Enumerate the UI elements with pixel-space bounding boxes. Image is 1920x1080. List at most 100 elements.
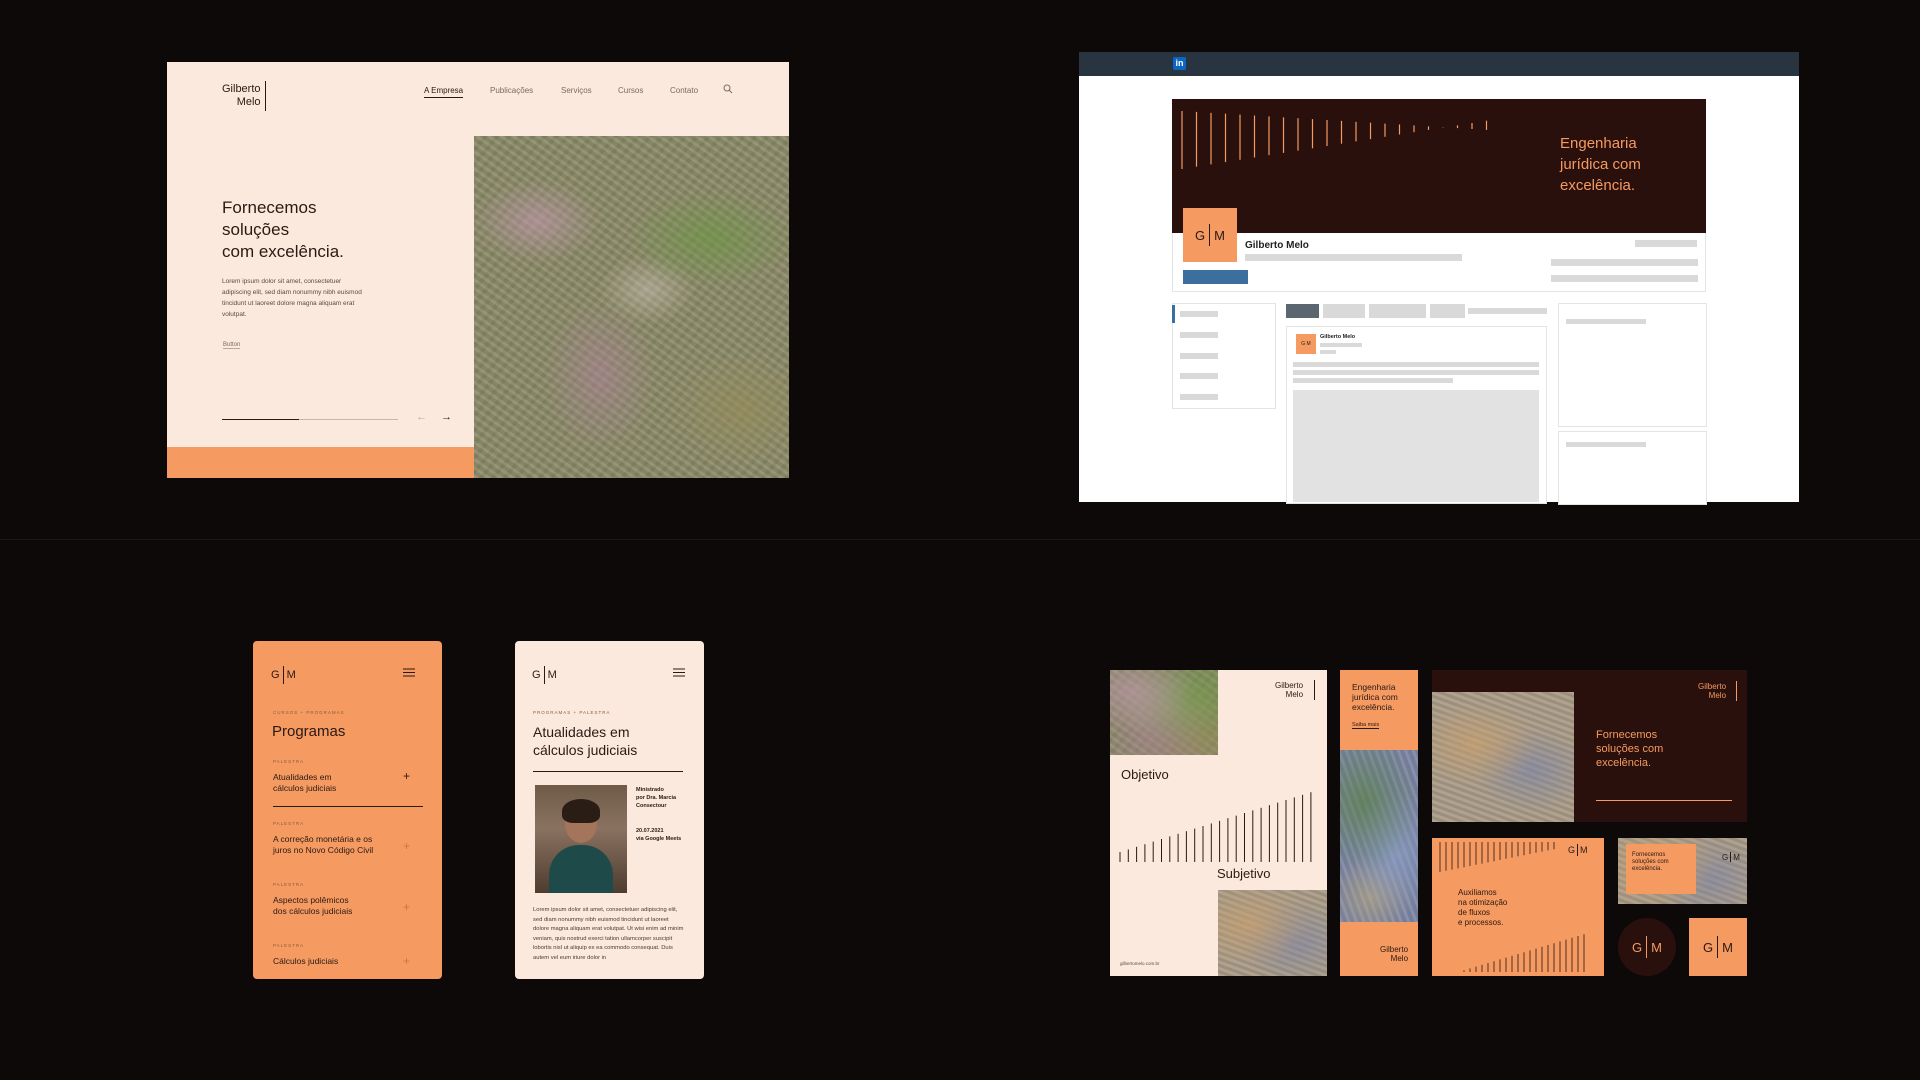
mini-line2: soluções com [1632,859,1669,865]
phone1-item3-kicker: PALESTRA [273,882,305,887]
phone1-item2-title[interactable]: A correção monetária e os juros no Novo … [273,834,373,856]
round-avatar-g: G [1632,939,1643,955]
hero-line-1: Fornecemos [222,198,317,217]
phone2-title-line1: Atualidades em [533,724,630,740]
sidebar-item-5[interactable] [1180,394,1218,400]
square-avatar-g: G [1703,939,1714,955]
website-logo[interactable]: Gilberto Melo [222,81,266,111]
hero-heading: Fornecemos soluções com excelência. [222,197,344,263]
phone2-kicker: PROGRAMAS + PALESTRA [533,710,611,715]
dark-card-logo-line1: Gilberto [1698,682,1727,691]
dark-card-painting [1432,692,1574,822]
dark-card-line3: excelência. [1596,757,1652,769]
right-card-2-title-placeholder [1566,442,1646,447]
nav-a-empresa[interactable]: A Empresa [424,86,464,98]
phone1-item1-title[interactable]: Atualidades em cálculos judiciais [273,772,336,794]
nav-contato[interactable]: Contato [670,86,698,95]
avatar-m: M [1214,227,1225,243]
profile-action-button[interactable] [1183,270,1248,284]
cover-line-2: jurídica com [1560,156,1641,173]
expand-plus-icon[interactable]: + [403,900,410,914]
post-text-placeholder-1 [1293,362,1539,367]
profile-meta-placeholder-2 [1551,259,1698,266]
hamburger-menu-icon[interactable] [403,668,415,677]
search-icon[interactable] [723,84,733,94]
poster-logo-line1: Gilberto [1275,681,1304,690]
mini-banner-logo: GM [1722,852,1740,862]
quadrant-divider-horizontal [0,539,1920,540]
dark-card-logo: Gilberto Melo [1698,682,1726,700]
sidebar-item-3[interactable] [1180,353,1218,359]
banner-line3: excelência. [1352,702,1395,712]
phone1-item1-line1: Atualidades em [273,772,332,782]
phone2-meta-instructor: Ministrado por Dra. Marcia Consectour [636,786,676,810]
phone2-logo-m: M [547,669,557,681]
nav-servicos[interactable]: Serviços [561,86,592,95]
phone2-title: Atualidades em cálculos judiciais [533,723,637,759]
post-image-placeholder [1293,390,1539,502]
hero-button[interactable]: Button [223,342,241,349]
sidebar-item-4[interactable] [1180,373,1218,379]
mini-banner-tagline: Fornecemos soluções com excelência. [1632,852,1669,873]
profile-meta-placeholder-1 [1635,240,1697,247]
mini-logo-m: M [1733,852,1740,862]
meta1-line2: por Dra. Marcia [636,795,677,801]
slider-track[interactable] [222,419,398,420]
phone1-item4-title[interactable]: Cálculos judiciais [273,956,338,967]
nav-publicacoes[interactable]: Publicações [490,86,533,95]
dark-card-logo-bar [1736,681,1737,701]
cover-line-3: excelência. [1560,177,1636,194]
phone1-item1-kicker: PALESTRA [273,759,305,764]
nav-cursos[interactable]: Cursos [618,86,643,95]
orange-card-logo-g: G [1568,845,1576,855]
sidebar-item-1[interactable] [1180,311,1218,317]
phone1-title: Programas [272,723,346,740]
orange-card-logo-m: M [1580,845,1588,855]
poster-painting-bottom [1218,890,1327,976]
poster-lines-graphic [1119,792,1312,862]
orange-card-tagline: Auxiliamos na otimização de fluxos e pro… [1458,888,1507,928]
linkedin-topbar [1079,52,1799,76]
orange-card-logo-bar [1577,844,1579,856]
orange-footer-band [167,447,474,478]
next-arrow-icon[interactable]: → [441,411,452,423]
expand-plus-icon[interactable]: + [403,839,410,853]
banner-link[interactable]: Saiba mais [1352,722,1380,729]
orange-card-lines-bottom [1463,934,1585,972]
phone1-item3-line2: dos cálculos judiciais [273,906,353,916]
square-avatar-orange: GM [1689,918,1747,976]
right-card-1-title-placeholder [1566,319,1646,324]
meta2-line1: 20.07.2021 [636,828,664,834]
banner-line2: jurídica com [1352,692,1398,702]
orange-card-logo: GM [1568,844,1588,856]
phone1-logo[interactable]: GM [271,665,296,685]
phone2-logo[interactable]: GM [532,665,557,685]
phone2-title-underline [533,771,683,772]
feed-tab-2[interactable] [1323,304,1365,318]
post-meta-placeholder-2 [1320,350,1336,354]
website-mockup [167,62,789,478]
phone1-item2-line2: juros no Novo Código Civil [273,845,374,855]
phone1-item3-title[interactable]: Aspectos polêmicos dos cálculos judiciai… [273,895,352,917]
feed-tab-3[interactable] [1369,304,1426,318]
phone2-meta-date: 20.07.2021 via Google Meets [636,827,681,843]
sidebar-item-2[interactable] [1180,332,1218,338]
linkedin-logo-icon[interactable]: in [1173,57,1186,70]
poster-logo-line2: Melo [1285,690,1304,699]
hamburger-menu-icon[interactable] [673,668,685,677]
feed-tab-active[interactable] [1286,304,1319,318]
feed-tab-5[interactable] [1468,308,1547,314]
linkedin-avatar[interactable]: GM [1183,208,1237,262]
feed-tab-4[interactable] [1430,304,1465,318]
expand-plus-icon[interactable]: + [403,769,410,783]
expand-plus-icon[interactable]: + [403,954,410,968]
hero-line-2: soluções [222,220,290,239]
phone1-kicker: CURSOS + PROGRAMAS [273,710,345,715]
phone2-body: Lorem ipsum dolor sit amet, consectetuer… [533,907,684,961]
banner-tagline: Engenharia jurídica com excelência. [1352,682,1398,712]
prev-arrow-icon[interactable]: ← [416,411,427,423]
orange-card-line2: na otimização [1458,898,1508,907]
instructor-photo [535,785,627,893]
banner-line1: Engenharia [1352,682,1396,692]
mini-logo-bar [1730,852,1732,862]
